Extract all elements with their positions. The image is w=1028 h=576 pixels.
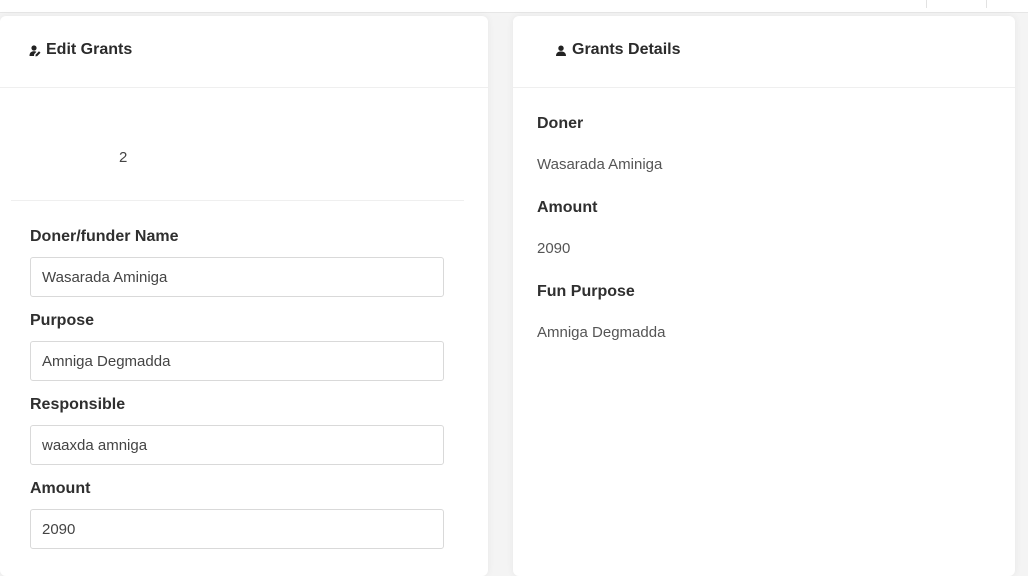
grant-id-value: 2 [119,149,128,166]
purpose-detail-label: Fun Purpose [537,283,635,300]
amount-detail-label: Amount [537,199,598,216]
amount-detail-value: 2090 [537,240,571,257]
responsible-input[interactable] [30,425,444,465]
edit-grants-card: Edit Grants 2 Doner/funder Name Purpose … [0,16,488,576]
purpose-input[interactable] [30,341,444,381]
grants-details-title-text: Grants Details [572,41,681,58]
edit-grants-card-header: Edit Grants [0,16,488,88]
amount-label: Amount [30,480,91,497]
responsible-label: Responsible [30,396,126,413]
donor-name-label: Doner/funder Name [30,228,179,245]
navbar-separator [926,0,927,8]
purpose-detail-value: Amniga Degmadda [537,324,666,341]
edit-grants-title-text: Edit Grants [46,41,133,58]
purpose-label: Purpose [30,312,95,329]
grants-details-card: Grants Details Doner Wasarada Aminiga Am… [513,16,1015,576]
user-icon [555,44,567,56]
edit-grants-title: Edit Grants [29,41,132,59]
amount-input[interactable] [30,509,444,549]
form-divider [11,200,464,201]
grants-details-title: Grants Details [555,41,680,59]
donor-detail-label: Doner [537,115,584,132]
user-edit-icon [29,44,41,57]
donor-name-input[interactable] [30,257,444,297]
grants-details-card-header: Grants Details [513,16,1015,88]
donor-detail-value: Wasarada Aminiga [537,156,663,173]
navbar-separator [986,0,987,8]
top-navbar [0,0,1028,13]
